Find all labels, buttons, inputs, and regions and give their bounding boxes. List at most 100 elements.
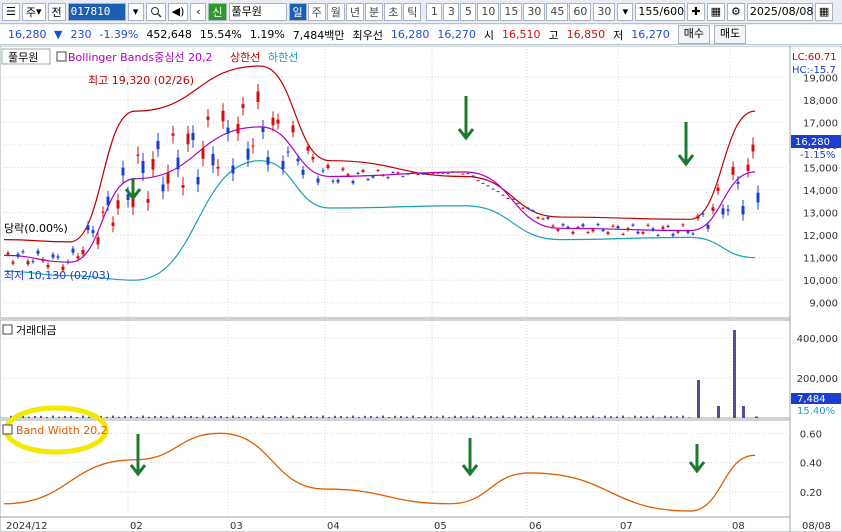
volume-bar bbox=[478, 417, 480, 418]
date-tick: 02 bbox=[130, 521, 143, 532]
candle-body bbox=[56, 256, 60, 258]
period-tabs: 일주월년분초틱 bbox=[288, 2, 422, 21]
volume-bar bbox=[418, 417, 420, 418]
candle-body bbox=[156, 141, 160, 150]
stock-name-field[interactable]: 풀무원 bbox=[228, 2, 287, 21]
period-tab[interactable]: 분 bbox=[365, 2, 384, 21]
period-tab[interactable]: 년 bbox=[345, 2, 365, 21]
volume-bar bbox=[178, 416, 180, 418]
candle-body bbox=[371, 175, 375, 178]
volume-bar bbox=[604, 415, 606, 418]
date-tick: 08/08 bbox=[802, 521, 831, 532]
candle-body bbox=[331, 180, 335, 182]
period-tab[interactable]: 초 bbox=[384, 2, 403, 21]
candle-body bbox=[266, 157, 270, 165]
candle-body bbox=[481, 182, 485, 184]
volume-bar bbox=[460, 416, 462, 418]
bw-tick: 0.40 bbox=[800, 459, 822, 470]
volume-bar bbox=[232, 415, 234, 418]
candle-body bbox=[661, 226, 665, 229]
volume-bar bbox=[484, 415, 486, 418]
candle-body bbox=[216, 166, 220, 169]
volume-bar bbox=[430, 416, 432, 418]
date-field[interactable]: 2025/08/08 bbox=[746, 2, 813, 21]
candle-body bbox=[256, 91, 260, 103]
date-tick: 06 bbox=[529, 521, 542, 532]
volume-bar bbox=[220, 415, 222, 418]
last-pct-label: -1.15% bbox=[800, 150, 835, 161]
interval-tab[interactable]: 30 bbox=[523, 2, 546, 21]
buy-button[interactable]: 매수 bbox=[677, 25, 711, 44]
stock-code-input[interactable]: 017810 bbox=[67, 2, 126, 21]
interval-tab[interactable]: 1 bbox=[426, 2, 443, 21]
volume-bar bbox=[136, 416, 138, 418]
vol-checkbox[interactable] bbox=[2, 324, 13, 335]
volume-bar bbox=[733, 330, 736, 418]
low-note: 최저 10,130 (02/03) bbox=[4, 269, 110, 282]
candle-body bbox=[206, 116, 210, 120]
candle-body bbox=[471, 175, 475, 177]
top-toolbar: ☰ 주 ▾ 전 017810 ▾ ◀) ‹ 신 풀무원 일주월년분초틱 1 3 5 10… bbox=[0, 0, 842, 24]
crosshair-icon[interactable]: ✚ bbox=[687, 2, 705, 21]
current-price: 16,280 ▼ bbox=[0, 28, 66, 41]
interval-tab[interactable]: 15 bbox=[500, 2, 523, 21]
volume-bar bbox=[298, 416, 300, 418]
candle-body bbox=[36, 250, 40, 254]
speaker-icon[interactable]: ◀) bbox=[167, 2, 189, 21]
bandwidth-pane[interactable] bbox=[0, 419, 791, 518]
candle-body bbox=[11, 261, 15, 264]
search-icon[interactable] bbox=[145, 2, 166, 21]
candle-body bbox=[336, 179, 340, 183]
candle-body bbox=[711, 207, 715, 211]
candle-body bbox=[176, 157, 180, 170]
sell-button[interactable]: 매도 bbox=[714, 25, 747, 44]
price-tick: 11,000 bbox=[803, 254, 838, 265]
candle-body bbox=[611, 225, 615, 227]
code-dropdown-icon[interactable]: ▾ bbox=[127, 2, 144, 21]
best-ask: 16,280 bbox=[390, 28, 430, 41]
prev-stock-icon[interactable]: ‹ bbox=[190, 2, 207, 21]
chart-stock-name: 풀무원 bbox=[8, 51, 38, 64]
candle-body bbox=[501, 194, 505, 196]
candle-body bbox=[586, 232, 590, 234]
interval-tab[interactable]: 45 bbox=[546, 2, 569, 21]
interval-extra[interactable]: 30 bbox=[593, 2, 616, 21]
period-tab[interactable]: 틱 bbox=[403, 2, 422, 21]
menu-icon[interactable]: ☰ bbox=[2, 2, 20, 21]
candle-body bbox=[111, 222, 115, 227]
volume-pane[interactable] bbox=[0, 319, 791, 419]
interval-tab[interactable]: 5 bbox=[460, 2, 477, 21]
settings-icon[interactable]: ⚙ bbox=[727, 2, 745, 21]
calendar-icon[interactable]: ▦ bbox=[814, 2, 834, 21]
volume-bar bbox=[130, 415, 132, 418]
candle-body bbox=[91, 230, 95, 234]
interval-dropdown-icon[interactable]: ▾ bbox=[617, 2, 634, 21]
candle-body bbox=[721, 208, 725, 215]
volume-bar bbox=[472, 415, 474, 418]
volume-bar bbox=[406, 416, 408, 418]
candle-body bbox=[616, 226, 620, 229]
interval-tab[interactable]: 10 bbox=[477, 2, 500, 21]
bw-checkbox[interactable] bbox=[2, 424, 13, 435]
stock-chart[interactable]: 19,00018,00017,00016,00015,00014,00013,0… bbox=[0, 46, 842, 532]
period-tab[interactable]: 주 bbox=[307, 2, 326, 21]
candle-body bbox=[561, 224, 565, 226]
grid-icon[interactable]: ▦ bbox=[706, 2, 726, 21]
period-tab[interactable]: 월 bbox=[326, 2, 345, 21]
interval-tab[interactable]: 3 bbox=[443, 2, 460, 21]
change-value: 230 bbox=[70, 28, 92, 41]
market-select[interactable]: 주 ▾ bbox=[21, 2, 46, 21]
volume-bar bbox=[514, 415, 516, 418]
period-tab[interactable]: 일 bbox=[288, 2, 307, 21]
candle-body bbox=[306, 146, 310, 151]
candle-body bbox=[356, 172, 360, 174]
bb-checkbox[interactable] bbox=[56, 51, 67, 62]
lc-label: LC:60.71 bbox=[792, 52, 837, 63]
market-type-button[interactable]: 전 bbox=[47, 2, 66, 21]
price-tick: 12,000 bbox=[803, 231, 838, 242]
volume-bar bbox=[388, 417, 390, 418]
candle-body bbox=[726, 209, 730, 211]
volume-bar bbox=[202, 415, 204, 418]
interval-tab[interactable]: 60 bbox=[569, 2, 592, 21]
count-field[interactable]: 155/600 bbox=[635, 2, 686, 21]
